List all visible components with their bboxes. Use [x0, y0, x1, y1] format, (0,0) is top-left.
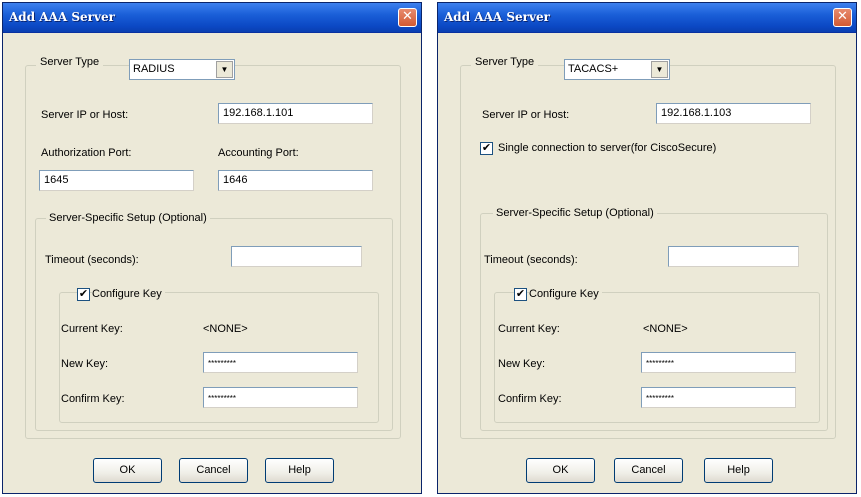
- authorization-port-input[interactable]: 1645: [39, 170, 194, 191]
- server-ip-label: Server IP or Host:: [482, 109, 570, 121]
- dialog-title: Add AAA Server: [444, 10, 550, 24]
- ok-button[interactable]: OK: [93, 458, 162, 483]
- dropdown-arrow-icon[interactable]: ▼: [651, 61, 668, 78]
- accounting-port-label: Accounting Port:: [218, 147, 299, 159]
- server-ip-input[interactable]: 192.168.1.103: [656, 103, 811, 124]
- title-bar[interactable]: Add AAA Server ✕: [438, 3, 856, 33]
- close-icon[interactable]: ✕: [398, 8, 417, 27]
- server-type-label: Server Type: [475, 56, 535, 68]
- server-type-select[interactable]: RADIUS ▼: [129, 59, 235, 80]
- help-button[interactable]: Help: [704, 458, 773, 483]
- configure-key-label[interactable]: Configure Key: [92, 288, 165, 300]
- current-key-label: Current Key:: [61, 323, 123, 335]
- confirm-key-input[interactable]: *********: [203, 387, 358, 408]
- ok-button[interactable]: OK: [526, 458, 595, 483]
- accounting-port-input[interactable]: 1646: [218, 170, 373, 191]
- new-key-label: New Key:: [61, 358, 109, 370]
- timeout-input[interactable]: [231, 246, 362, 267]
- server-ip-label: Server IP or Host:: [41, 109, 129, 121]
- authorization-port-label: Authorization Port:: [41, 147, 132, 159]
- server-type-legend: Server Type: [471, 55, 539, 70]
- cancel-button[interactable]: Cancel: [614, 458, 683, 483]
- help-button[interactable]: Help: [265, 458, 334, 483]
- dropdown-arrow-icon[interactable]: ▼: [216, 61, 233, 78]
- current-key-value: <NONE>: [203, 323, 248, 335]
- single-connection-label[interactable]: Single connection to server(for CiscoSec…: [498, 142, 716, 154]
- timeout-input[interactable]: [668, 246, 799, 267]
- server-type-select[interactable]: TACACS+ ▼: [564, 59, 670, 80]
- current-key-value: <NONE>: [643, 323, 688, 335]
- new-key-label: New Key:: [498, 358, 546, 370]
- server-ip-input[interactable]: 192.168.1.101: [218, 103, 373, 124]
- confirm-key-label: Confirm Key:: [498, 393, 562, 405]
- cancel-button[interactable]: Cancel: [179, 458, 248, 483]
- server-type-legend: Server Type: [36, 55, 104, 70]
- server-type-label: Server Type: [40, 56, 100, 68]
- server-specific-legend: Server-Specific Setup (Optional): [493, 206, 657, 221]
- add-aaa-server-dialog-tacacs: Add AAA Server ✕ Server Type TACACS+ ▼ S…: [437, 2, 857, 494]
- server-type-value: RADIUS: [133, 63, 175, 75]
- new-key-input[interactable]: *********: [641, 352, 796, 373]
- add-aaa-server-dialog-radius: Add AAA Server ✕ Server Type RADIUS ▼ Se…: [2, 2, 422, 494]
- current-key-label: Current Key:: [498, 323, 560, 335]
- configure-key-checkbox[interactable]: ✔: [514, 288, 527, 301]
- dialog-title: Add AAA Server: [9, 10, 115, 24]
- timeout-label: Timeout (seconds):: [484, 254, 578, 266]
- timeout-label: Timeout (seconds):: [45, 254, 139, 266]
- server-type-value: TACACS+: [568, 63, 619, 75]
- confirm-key-input[interactable]: *********: [641, 387, 796, 408]
- close-icon[interactable]: ✕: [833, 8, 852, 27]
- server-specific-legend: Server-Specific Setup (Optional): [46, 211, 210, 226]
- title-bar[interactable]: Add AAA Server ✕: [3, 3, 421, 33]
- configure-key-label[interactable]: Configure Key: [529, 288, 602, 300]
- new-key-input[interactable]: *********: [203, 352, 358, 373]
- single-connection-checkbox[interactable]: ✔: [480, 142, 493, 155]
- configure-key-checkbox[interactable]: ✔: [77, 288, 90, 301]
- confirm-key-label: Confirm Key:: [61, 393, 125, 405]
